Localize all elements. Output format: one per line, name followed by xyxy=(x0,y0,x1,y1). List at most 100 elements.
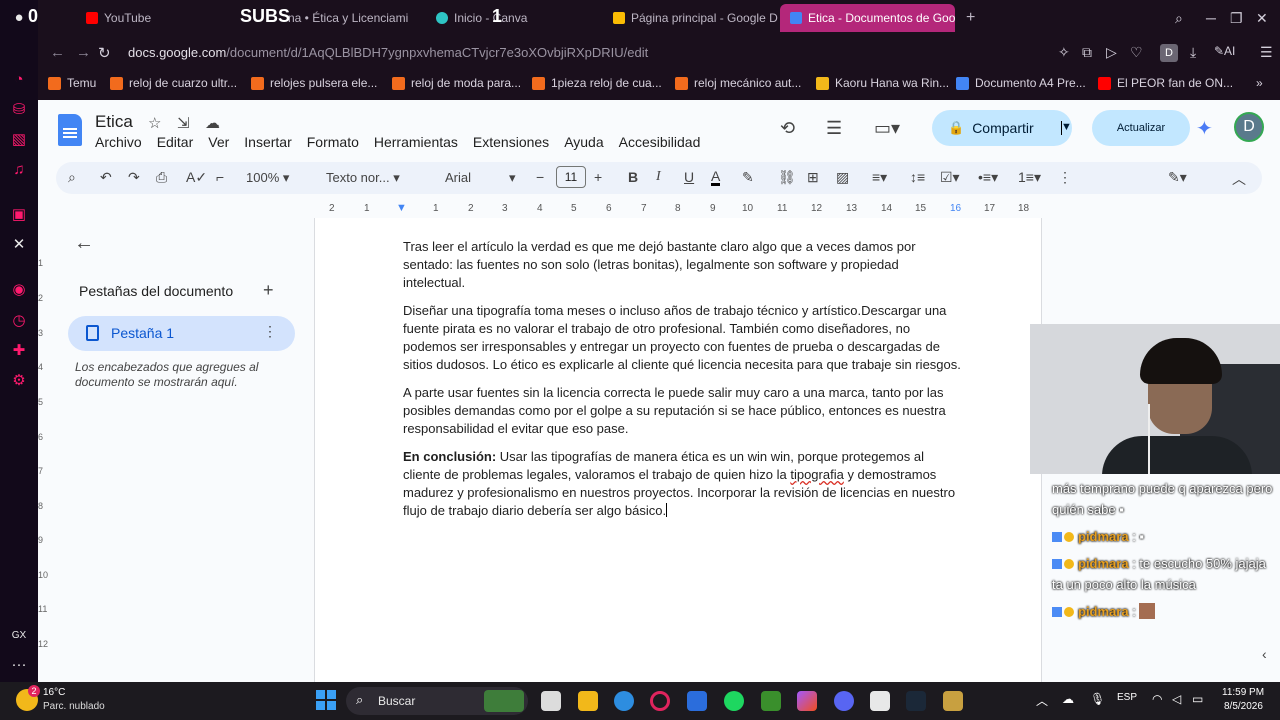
bookmark-item[interactable]: Temu xyxy=(48,76,96,90)
task-view-icon[interactable] xyxy=(541,691,561,711)
history-icon[interactable]: ⟲ xyxy=(780,118,795,139)
menu-herramientas[interactable]: Herramientas xyxy=(374,134,458,150)
language-indicator[interactable]: ESP xyxy=(1117,692,1137,703)
new-tab-button[interactable]: + xyxy=(956,4,985,32)
music-icon[interactable]: ♫ xyxy=(9,160,29,180)
font-select[interactable]: Arial ▾ xyxy=(445,170,516,185)
play-icon[interactable]: ▷ xyxy=(1106,44,1117,61)
back-icon[interactable]: ← xyxy=(50,44,65,61)
bookmark-item[interactable]: reloj de moda para... xyxy=(392,76,521,90)
increase-font-icon[interactable]: + xyxy=(594,169,602,185)
menu-accesibilidad[interactable]: Accesibilidad xyxy=(619,134,701,150)
store-icon[interactable] xyxy=(687,691,707,711)
font-size-input[interactable]: 11 xyxy=(556,166,586,188)
bookmark-item[interactable]: Kaoru Hana wa Rin... xyxy=(816,76,949,90)
bookmark-item[interactable]: reloj de cuarzo ultr... xyxy=(110,76,237,90)
paint-format-icon[interactable]: ⌐ xyxy=(216,169,224,185)
tab-google-drive[interactable]: Página principal - Google D xyxy=(603,4,778,32)
x-icon[interactable]: ✕ xyxy=(9,235,29,255)
menu-ayuda[interactable]: Ayuda xyxy=(564,134,603,150)
taskbar-search[interactable]: ⌕ Buscar xyxy=(346,687,528,715)
stripes-icon[interactable]: ▧ xyxy=(9,130,29,150)
history-icon[interactable]: ◷ xyxy=(9,311,29,331)
opera-gx-icon[interactable] xyxy=(650,691,670,711)
spellcheck-icon[interactable]: A✓ xyxy=(186,169,207,186)
share-button[interactable]: 🔒 Compartir ▼ xyxy=(932,110,1072,146)
collapse-toolbar-icon[interactable]: ︿ xyxy=(1232,169,1246,189)
star-icon[interactable]: ☆ xyxy=(148,114,161,132)
meet-icon[interactable]: ▭▾ xyxy=(874,118,900,139)
chevron-up-icon[interactable]: ︿ xyxy=(1036,692,1048,709)
battery-icon[interactable]: ▭ xyxy=(1192,692,1203,706)
tab-etica-docs[interactable]: Etica - Documentos de Goo xyxy=(780,4,955,32)
steam-icon[interactable] xyxy=(906,691,926,711)
microphone-icon[interactable]: 🎙 xyxy=(1090,692,1105,706)
line-spacing-icon[interactable]: ↕≡ xyxy=(910,169,925,185)
volume-icon[interactable]: ◁ xyxy=(1172,692,1181,706)
chevron-left-icon[interactable]: ‹ xyxy=(1262,646,1267,662)
zoom-select[interactable]: 100% ▾ xyxy=(246,170,289,186)
profile-avatar-icon[interactable]: ● xyxy=(9,8,29,28)
file-explorer-icon[interactable] xyxy=(578,691,598,711)
redo-icon[interactable]: ↷ xyxy=(128,169,140,186)
italic-icon[interactable]: I xyxy=(656,169,661,185)
copilot-icon[interactable] xyxy=(797,691,817,711)
bullet-list-icon[interactable]: •≡▾ xyxy=(978,169,998,186)
address-field[interactable]: docs.google.com/document/d/1AqQLBlBDH7yg… xyxy=(128,41,1028,65)
bookmark-item[interactable]: El PEOR fan de ON... xyxy=(1098,76,1233,90)
underline-icon[interactable]: U xyxy=(684,169,694,185)
twitch-icon[interactable]: ▣ xyxy=(9,205,29,225)
forward-icon[interactable]: → xyxy=(76,44,91,61)
document-tab-item[interactable]: Pestaña 1 ⋮ xyxy=(68,316,295,351)
ai-icon[interactable]: ✎AI xyxy=(1214,44,1235,58)
menu-formato[interactable]: Formato xyxy=(307,134,359,150)
wifi-icon[interactable]: ◠ xyxy=(1152,692,1162,706)
start-button[interactable] xyxy=(316,690,336,710)
more-vert-icon[interactable]: ⋮ xyxy=(263,323,277,340)
document-page[interactable]: Tras leer el artículo la verdad es que m… xyxy=(314,218,1042,682)
undo-icon[interactable]: ↶ xyxy=(100,169,112,186)
maximize-icon[interactable]: ❐ xyxy=(1230,10,1243,27)
move-folder-icon[interactable]: ⇲ xyxy=(177,114,190,132)
search-icon[interactable]: ⌕ xyxy=(1175,10,1183,27)
doc-title[interactable]: Etica xyxy=(95,112,133,132)
extensions-icon[interactable]: ✚ xyxy=(9,341,29,361)
screenshot-icon[interactable]: ⧉ xyxy=(1082,44,1092,61)
more-icon[interactable]: ··· xyxy=(9,655,29,675)
spotify-icon[interactable] xyxy=(724,691,744,711)
text-color-icon[interactable]: A xyxy=(711,169,721,186)
reload-icon[interactable]: ↻ xyxy=(98,44,111,62)
menu-archivo[interactable]: Archivo xyxy=(95,134,142,150)
clock-date[interactable]: 8/5/2026 xyxy=(1224,701,1263,712)
bold-icon[interactable]: B xyxy=(628,169,638,185)
clock-time[interactable]: 11:59 PM xyxy=(1222,687,1264,698)
bookmark-item[interactable]: Documento A4 Pre... xyxy=(956,76,1086,90)
gemini-icon[interactable]: ✦ xyxy=(1196,116,1213,141)
cloud-status-icon[interactable]: ☁ xyxy=(205,114,220,132)
bookmark-item[interactable]: relojes pulsera ele... xyxy=(251,76,377,90)
document-body[interactable]: Tras leer el artículo la verdad es que m… xyxy=(403,238,963,530)
add-tab-button[interactable]: + xyxy=(263,280,274,301)
bookmark-item[interactable]: reloj mecánico aut... xyxy=(675,76,801,90)
decrease-font-icon[interactable]: − xyxy=(536,169,544,185)
menu-editar[interactable]: Editar xyxy=(157,134,194,150)
menu-ver[interactable]: Ver xyxy=(208,134,229,150)
search-menus-icon[interactable]: ⌕ xyxy=(68,169,76,186)
chevron-down-icon[interactable]: ▼ xyxy=(1061,121,1072,135)
link-icon[interactable]: ⛓ xyxy=(778,169,796,186)
docs-logo-icon[interactable] xyxy=(58,114,82,146)
speed-dial-icon[interactable]: ◔ xyxy=(9,70,29,90)
menu-insertar[interactable]: Insertar xyxy=(244,134,291,150)
misspelled-word[interactable]: tipografia xyxy=(790,467,843,482)
comment-icon[interactable]: ⊞ xyxy=(807,169,819,186)
menu-icon[interactable]: ☰ xyxy=(1260,44,1273,61)
minimize-icon[interactable]: ─ xyxy=(1206,10,1216,26)
bookmarks-overflow-icon[interactable]: » xyxy=(1256,76,1263,90)
tab-etica-licencias[interactable]: na • Ética y Licenciami xyxy=(278,4,428,32)
weather-description[interactable]: Parc. nublado xyxy=(43,701,105,712)
image-icon[interactable]: ▨ xyxy=(836,169,849,186)
update-button[interactable]: Actualizar xyxy=(1092,110,1190,146)
profile-icon[interactable]: D xyxy=(1160,44,1178,62)
controller-icon[interactable] xyxy=(870,691,890,711)
cloud-icon[interactable]: ☁ xyxy=(1062,692,1074,706)
